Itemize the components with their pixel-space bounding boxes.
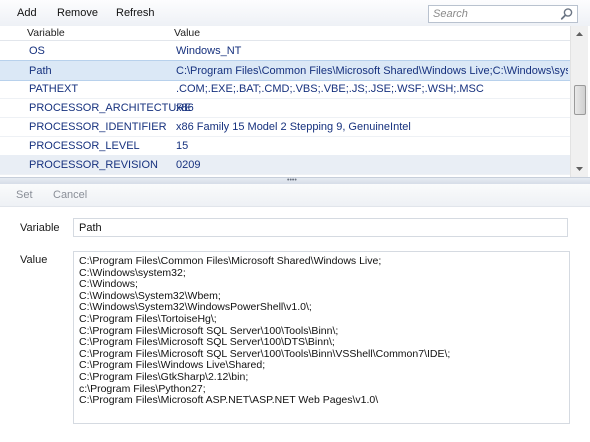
search-input[interactable] — [429, 6, 558, 22]
cell-variable: OS — [29, 45, 45, 57]
chevron-down-icon[interactable] — [571, 162, 588, 176]
cell-value: C:\Program Files\Common Files\Microsoft … — [176, 65, 568, 77]
cell-value: .COM;.EXE;.BAT;.CMD;.VBS;.VBE;.JS;.JSE;.… — [176, 83, 484, 95]
cell-value: x86 — [176, 102, 194, 114]
cell-variable: Path — [29, 65, 52, 77]
value-line: C:\Program Files\Microsoft SQL Server\10… — [79, 336, 335, 349]
cell-variable: PROCESSOR_ARCHITECTURE — [29, 102, 192, 114]
chevron-up-icon[interactable] — [571, 27, 588, 41]
cell-value: x86 Family 15 Model 2 Stepping 9, Genuin… — [176, 121, 411, 133]
variable-name-field[interactable] — [73, 218, 568, 237]
column-header-value[interactable]: Value — [174, 27, 200, 39]
value-label: Value — [20, 254, 48, 266]
cell-variable: PATHEXT — [29, 83, 79, 95]
column-header-variable[interactable]: Variable — [27, 27, 65, 39]
value-line: C:\Program Files\TortoiseHg\; — [79, 312, 217, 325]
add-button[interactable]: Add — [17, 7, 37, 19]
cell-variable: PROCESSOR_REVISION — [29, 159, 158, 171]
set-button[interactable]: Set — [16, 189, 33, 201]
value-line: C:\Program Files\Common Files\Microsoft … — [79, 255, 382, 267]
search-box — [428, 5, 578, 23]
table-row[interactable]: PATHEXT .COM;.EXE;.BAT;.CMD;.VBS;.VBE;.JS… — [0, 79, 570, 99]
value-line: C:\Windows\system32; — [79, 266, 186, 279]
cell-variable: PROCESSOR_LEVEL — [29, 140, 140, 152]
variables-grid: Variable Value OS Windows_NT Path C:\Progra… — [0, 26, 590, 177]
main-toolbar: Add Remove Refresh — [0, 0, 590, 27]
table-row[interactable]: PROCESSOR_LEVEL 15 — [0, 136, 570, 156]
remove-button[interactable]: Remove — [57, 7, 98, 19]
table-row[interactable]: PROCESSOR_IDENTIFIER x86 Family 15 Model … — [0, 117, 570, 137]
cancel-button[interactable]: Cancel — [53, 189, 87, 201]
value-line: C:\Program Files\GtkSharp\2.12\bin; — [79, 370, 249, 383]
table-row[interactable]: Path C:\Program Files\Common Files\Micros… — [0, 60, 570, 81]
value-lines: C:\Program Files\Common Files\Microsoft … — [79, 255, 564, 407]
cell-value: 0209 — [176, 159, 201, 171]
cell-value: 15 — [176, 140, 189, 152]
refresh-button[interactable]: Refresh — [116, 7, 155, 19]
variable-value-textarea[interactable]: C:\Program Files\Common Files\Microsoft … — [73, 251, 570, 424]
editor-toolbar: Set Cancel — [0, 184, 590, 207]
search-icon[interactable] — [560, 7, 574, 21]
grid-header: Variable Value — [0, 26, 570, 41]
table-row[interactable]: PROCESSOR_ARCHITECTURE x86 — [0, 98, 570, 118]
table-row[interactable]: PROCESSOR_REVISION 0209 — [0, 155, 570, 175]
scrollbar-thumb[interactable] — [574, 85, 586, 115]
value-line: C:\Program Files\Microsoft ASP.NET\ASP.N… — [79, 394, 379, 407]
cell-value: Windows_NT — [176, 45, 242, 57]
grip-icon[interactable]: •••• — [287, 177, 297, 184]
variable-label: Variable — [20, 222, 60, 234]
vertical-scrollbar[interactable] — [570, 26, 588, 177]
cell-variable: PROCESSOR_IDENTIFIER — [29, 121, 167, 133]
table-row[interactable]: OS Windows_NT — [0, 41, 570, 61]
